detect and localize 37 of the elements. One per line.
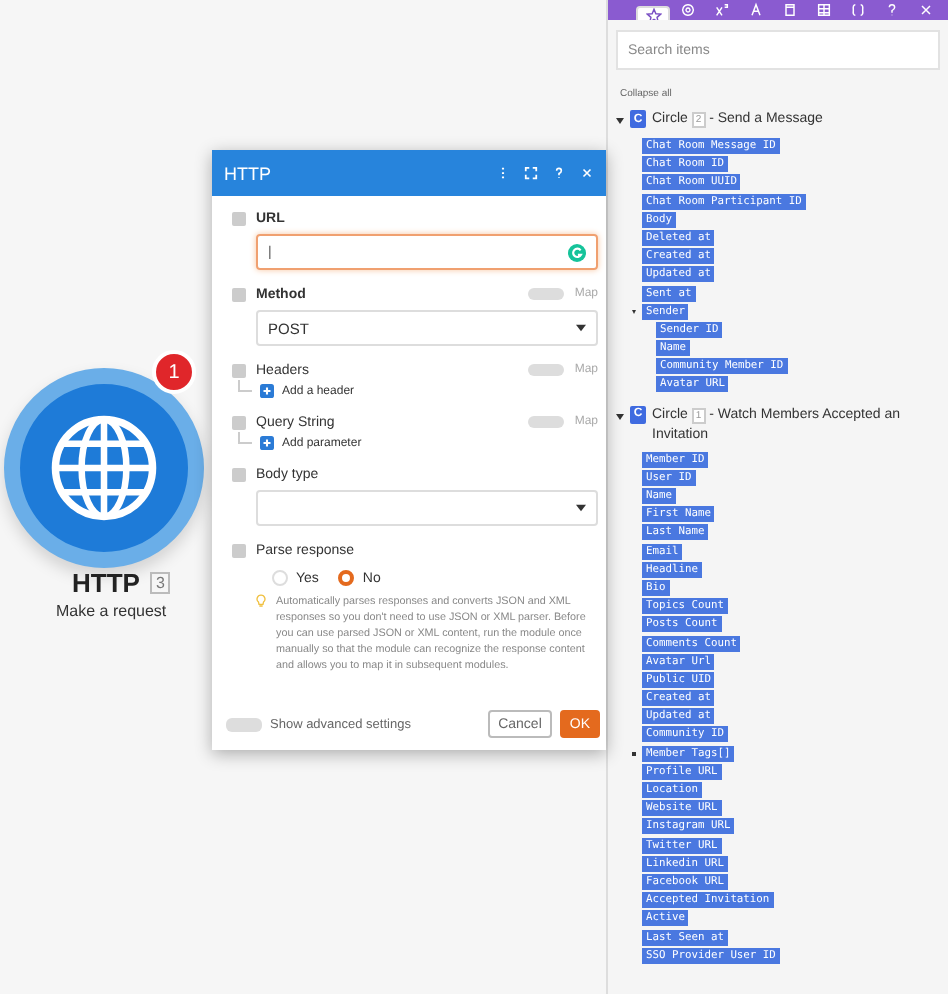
superscript-icon [713,2,729,18]
grammar-check-icon[interactable] [568,243,586,261]
expand-icon[interactable] [524,166,538,180]
map-toggle[interactable] [528,416,565,428]
dialog-title: HTTP [224,163,273,183]
more-icon[interactable] [496,166,510,180]
text-icon [747,2,763,18]
help-icon[interactable] [552,166,566,180]
field-checkbox[interactable] [232,415,246,429]
close-icon [917,2,933,18]
star-icon [645,8,661,20]
notification-badge: 1 [152,350,196,394]
lightbulb-icon [256,594,266,608]
field-checkbox[interactable] [232,287,246,301]
caret-icon [576,504,586,512]
field-checkbox[interactable] [232,467,246,481]
field-checkbox[interactable] [232,543,246,557]
globe-icon [48,412,160,524]
table-icon [815,2,831,18]
caret-icon [576,324,586,332]
module-subtitle: Make a request [56,602,167,620]
field-checkbox[interactable] [232,211,246,225]
map-toggle[interactable] [528,288,565,300]
module-number: 3 [149,572,171,594]
close-icon[interactable] [580,166,594,180]
map-toggle[interactable] [528,364,565,376]
field-checkbox[interactable] [232,363,246,377]
collapse-icon[interactable] [616,118,624,124]
help-icon [883,2,899,18]
panel-tab[interactable] [636,6,670,20]
module-title: HTTP [72,568,140,598]
collapse-icon[interactable] [616,413,624,420]
select-field[interactable] [256,490,598,526]
add-icon[interactable] [260,384,274,398]
advanced-toggle[interactable] [226,717,262,731]
add-icon[interactable] [260,436,274,450]
braces-icon [849,2,865,18]
